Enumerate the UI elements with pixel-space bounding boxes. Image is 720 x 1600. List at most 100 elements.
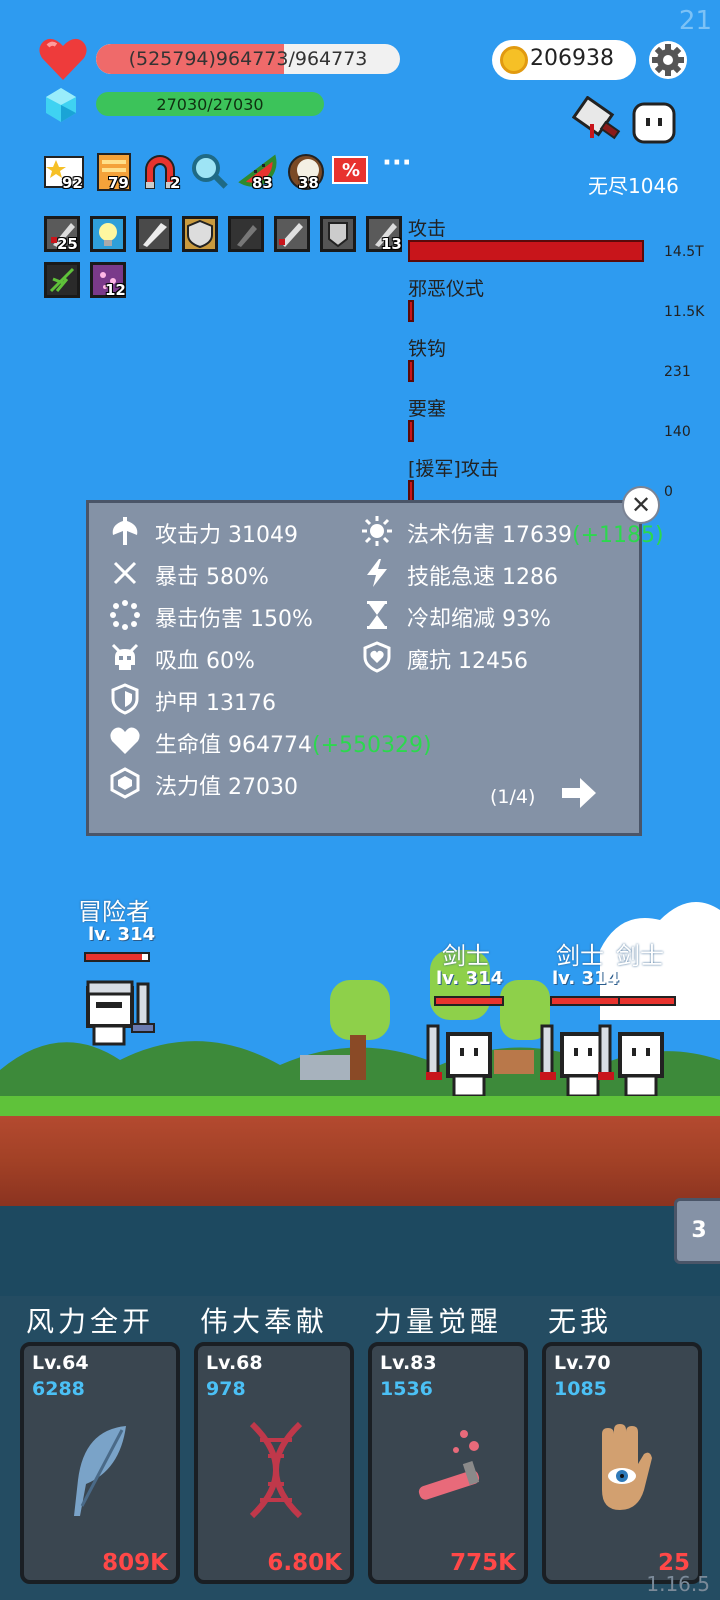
stat-value: 12456	[458, 649, 529, 674]
axe-icon	[112, 517, 138, 545]
skill-card[interactable]: Lv.68 978 6.80K	[194, 1342, 354, 1584]
stat-label: 技能急速	[407, 565, 496, 590]
dagger-icon	[231, 219, 261, 249]
blade-icon	[277, 219, 307, 249]
stat-value: 17639	[502, 523, 573, 548]
equip-slot[interactable]	[182, 216, 218, 252]
enemy-level: lv. 314	[436, 968, 504, 989]
knight-hero-sprite[interactable]	[82, 980, 162, 1050]
stat-label: 护甲	[155, 691, 200, 716]
equip-count: 12	[105, 281, 126, 299]
percent-icon: %	[342, 160, 361, 181]
coin-amount: 206938	[530, 46, 614, 71]
damage-value: 140	[664, 424, 691, 440]
buff-count: 79	[108, 174, 129, 192]
buff-magnifier[interactable]	[190, 152, 234, 192]
buff-count: 92	[62, 174, 83, 192]
buff-book[interactable]: 79	[96, 152, 140, 192]
swordsman-enemy-sprite[interactable]	[598, 1024, 678, 1100]
close-button[interactable]: ✕	[622, 486, 660, 524]
buff-count: 83	[252, 174, 273, 192]
next-page-arrow-icon[interactable]	[560, 776, 598, 810]
damage-source-label: 要塞	[408, 398, 447, 420]
buff-count: 2	[170, 174, 181, 192]
dirt-layer	[0, 1116, 720, 1206]
stat-label: 攻击力	[155, 523, 222, 548]
cleaver-icon	[572, 96, 621, 140]
stat-bonus: (+550329)	[312, 733, 432, 758]
stat-label: 冷却缩减	[407, 607, 496, 632]
damage-bar	[408, 300, 414, 322]
buff-magnet[interactable]: 2	[140, 152, 184, 192]
more-icon[interactable]: ···	[382, 148, 412, 178]
stat-value: 27030	[228, 775, 299, 800]
buff-star-card[interactable]: 92	[44, 152, 88, 192]
hero-hp-bar	[84, 952, 150, 962]
fps-counter: 21	[678, 6, 712, 36]
stat-value: 13176	[206, 691, 277, 716]
equip-slot[interactable]	[320, 216, 356, 252]
damage-bar	[408, 420, 414, 442]
enemy-hp-bar	[618, 996, 676, 1006]
buff-watermelon[interactable]: 83	[238, 152, 282, 192]
stat-bonus: (+1185)	[572, 523, 664, 548]
stat-label: 暴击伤害	[155, 607, 244, 632]
swordsman-enemy-sprite[interactable]	[426, 1024, 506, 1100]
armor-icon	[323, 219, 353, 249]
equip-slot[interactable]	[90, 216, 126, 252]
equip-slot[interactable]	[228, 216, 264, 252]
enemy-hp-bar	[550, 996, 620, 1006]
damage-source-label: 铁钩	[408, 338, 447, 360]
stat-value: 580%	[206, 565, 269, 590]
enemy-name: 剑士	[442, 942, 490, 970]
skill-card[interactable]: Lv.70 1085 25	[542, 1342, 702, 1584]
damage-source-label: 攻击	[408, 218, 447, 240]
skill-level: Lv.64	[32, 1352, 89, 1374]
hourglass-icon	[367, 601, 387, 629]
equip-slot[interactable]: 25	[44, 216, 80, 253]
equip-slot[interactable]: 12	[90, 262, 126, 299]
stat-label: 生命值	[155, 733, 222, 758]
gear-icon[interactable]	[648, 40, 688, 80]
equip-count: 25	[57, 235, 78, 253]
armor-shield-icon	[111, 683, 139, 715]
eye-hand-icon	[602, 1424, 652, 1510]
lightning-icon	[367, 559, 387, 587]
hero-hp-fill	[86, 954, 142, 960]
blade-icon	[139, 219, 169, 249]
skill-card[interactable]: Lv.83 1536 775K	[368, 1342, 528, 1584]
equip-slot[interactable]	[274, 216, 310, 252]
enemy-hp-bar	[434, 996, 504, 1006]
vine-icon	[47, 265, 77, 295]
damage-bar	[408, 480, 414, 502]
stat-value: 93%	[502, 607, 551, 632]
damage-value: 231	[664, 364, 691, 380]
enemy-level: lv. 314	[552, 968, 620, 989]
skill-value: 1536	[380, 1378, 433, 1400]
skill-cost: 775K	[450, 1550, 516, 1576]
side-tab-button[interactable]: 3	[674, 1198, 720, 1264]
skill-level: Lv.70	[554, 1352, 611, 1374]
magnifier-icon	[192, 154, 228, 189]
equip-slot[interactable]: 13	[366, 216, 402, 253]
buff-coconut[interactable]: 38	[286, 152, 330, 192]
stat-label: 暴击	[155, 565, 200, 590]
skill-level: Lv.83	[380, 1352, 437, 1374]
equip-slot[interactable]	[136, 216, 172, 252]
buff-percent[interactable]: %	[332, 156, 368, 184]
equip-slot[interactable]	[44, 262, 80, 298]
stat-value: 60%	[206, 649, 255, 674]
skill-value: 1085	[554, 1378, 607, 1400]
stats-panel: 攻击力 31049 暴击 580% 暴击伤害 150% 吸血 60% 护甲 13…	[86, 500, 664, 836]
endless-stage-label: 无尽1046	[588, 174, 679, 198]
potion-vial-icon	[418, 1430, 480, 1500]
hero-level: lv. 314	[88, 924, 156, 945]
skill-card[interactable]: Lv.64 6288 809K	[20, 1342, 180, 1584]
buff-count: 38	[298, 174, 319, 192]
damage-value: 11.5K	[664, 304, 705, 320]
lightbulb-icon	[99, 223, 117, 246]
stat-value: 1286	[502, 565, 559, 590]
skill-name: 无我	[548, 1305, 613, 1338]
skill-level: Lv.68	[206, 1352, 263, 1374]
feather-icon	[74, 1426, 126, 1516]
